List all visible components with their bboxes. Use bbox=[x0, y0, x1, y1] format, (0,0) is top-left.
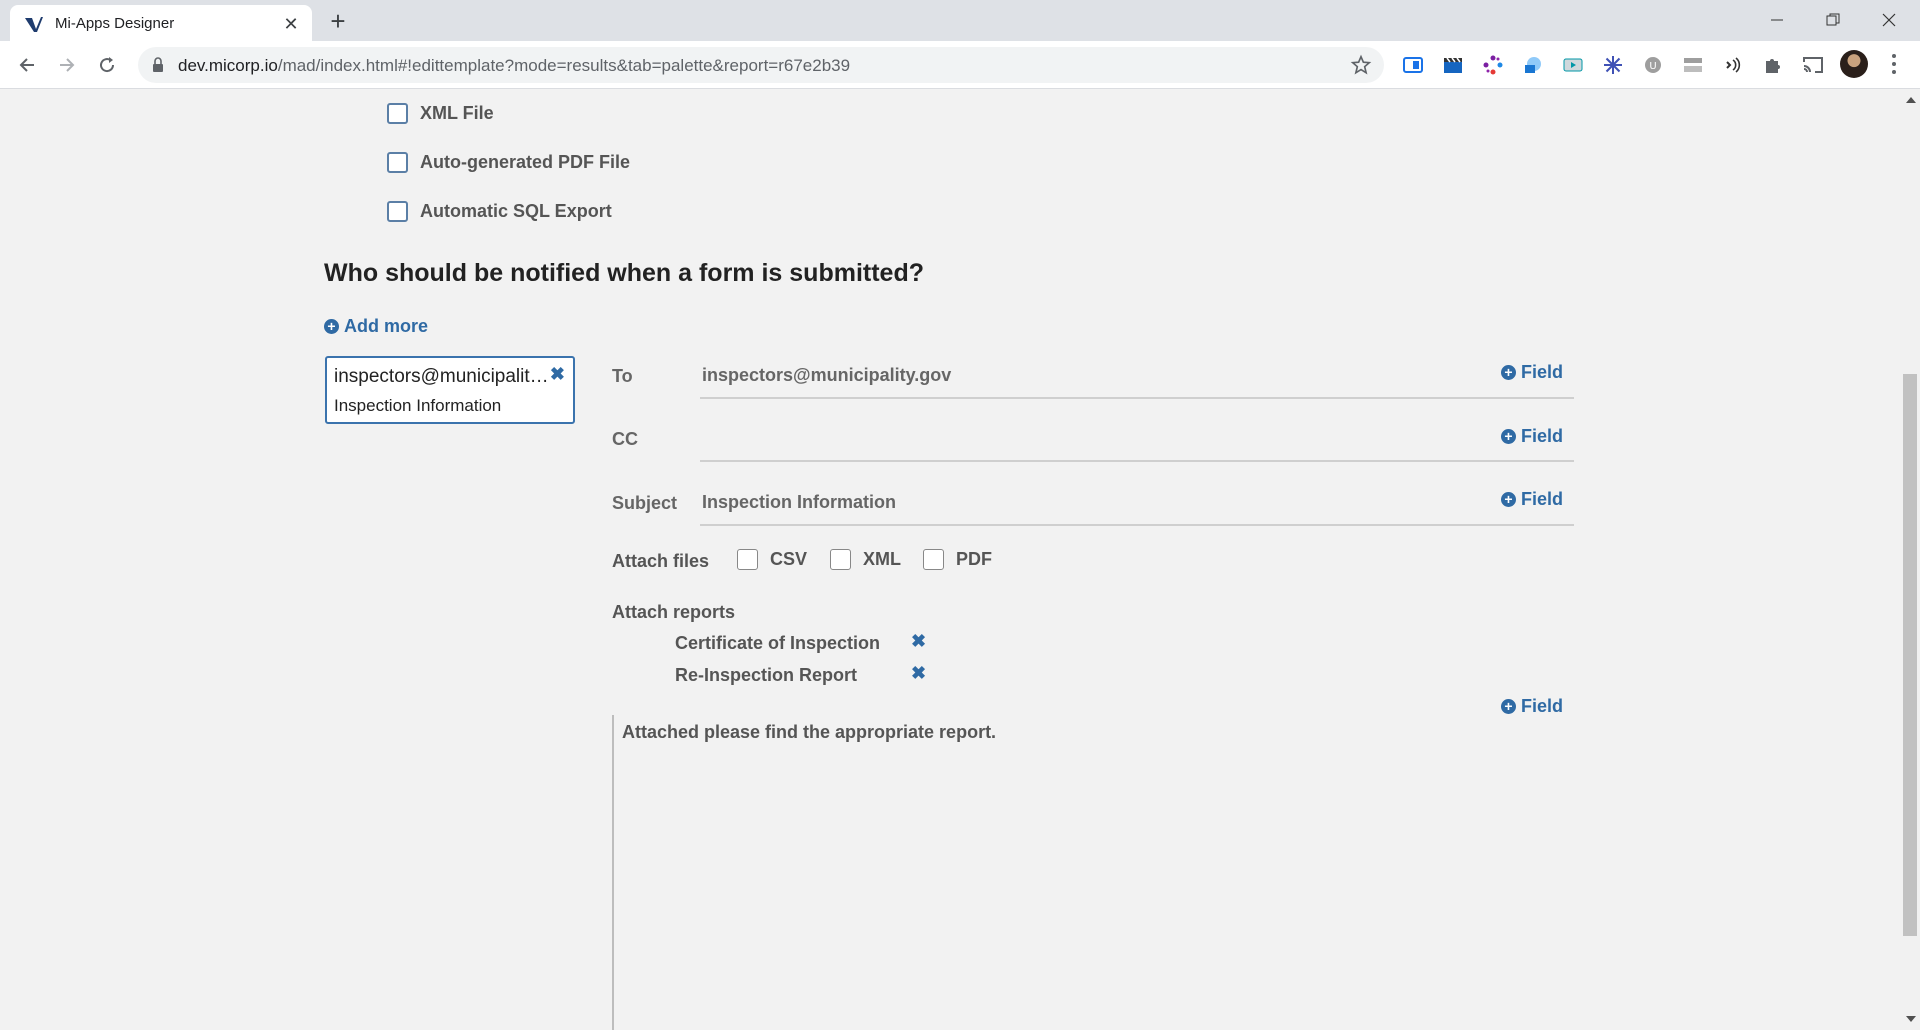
file-type-label: PDF bbox=[956, 549, 992, 569]
report-item: Certificate of Inspection bbox=[675, 633, 881, 653]
close-window-icon[interactable] bbox=[1866, 4, 1912, 36]
body-add-field-button[interactable]: + Field bbox=[1501, 696, 1563, 717]
field-button-label: Field bbox=[1521, 362, 1564, 382]
app-favicon-icon bbox=[25, 17, 43, 32]
tab-title: Mi-Apps Designer bbox=[55, 15, 175, 32]
remove-report-icon[interactable]: ✖ bbox=[911, 631, 926, 652]
to-field[interactable]: inspectors@municipality.gov bbox=[702, 365, 951, 386]
notification-subject: Inspection Information bbox=[334, 396, 502, 415]
scroll-thumb[interactable] bbox=[1903, 374, 1917, 936]
notification-email: inspectors@municipality.gov bbox=[334, 366, 552, 387]
lock-icon bbox=[153, 57, 163, 72]
scroll-up-icon[interactable] bbox=[1906, 97, 1916, 103]
cc-field[interactable] bbox=[702, 428, 1302, 450]
attach-xml-option[interactable]: XML bbox=[830, 549, 901, 570]
email-body-editor[interactable]: Attached please find the appropriate rep… bbox=[612, 715, 1574, 1030]
field-button-label: Field bbox=[1521, 426, 1564, 446]
plus-circle-icon: + bbox=[1501, 492, 1516, 507]
minimize-icon[interactable] bbox=[1754, 4, 1800, 36]
to-add-field-button[interactable]: + Field bbox=[1501, 362, 1563, 383]
report-item: Re-Inspection Report bbox=[675, 665, 858, 685]
checkbox[interactable] bbox=[387, 152, 408, 173]
extensions-puzzle-icon[interactable] bbox=[1762, 54, 1784, 76]
remove-notification-icon[interactable]: ✖ bbox=[550, 364, 565, 385]
attach-reports-label: Attach reports bbox=[612, 602, 736, 622]
notifications-heading: Who should be notified when a form is su… bbox=[324, 259, 924, 287]
browser-tab[interactable]: Mi-Apps Designer ✕ bbox=[10, 5, 312, 41]
tab-strip: Mi-Apps Designer ✕ + bbox=[0, 0, 1920, 41]
notification-card[interactable]: inspectors@municipality.gov ✖ Inspection… bbox=[325, 356, 575, 424]
file-type-label: CSV bbox=[770, 549, 808, 569]
reload-icon[interactable] bbox=[93, 51, 121, 79]
subject-label: Subject bbox=[612, 493, 678, 513]
subject-field[interactable]: Inspection Information bbox=[702, 492, 896, 513]
subject-add-field-button[interactable]: + Field bbox=[1501, 489, 1563, 510]
extension-screenshot-icon[interactable] bbox=[1522, 54, 1544, 76]
checkbox[interactable] bbox=[387, 201, 408, 222]
new-tab-icon[interactable]: + bbox=[324, 8, 352, 36]
cc-add-field-button[interactable]: + Field bbox=[1501, 426, 1563, 447]
extension-snowflake-icon[interactable] bbox=[1602, 54, 1624, 76]
output-option-xml[interactable]: XML File bbox=[387, 103, 494, 124]
plus-circle-icon: + bbox=[1501, 365, 1516, 380]
forward-icon[interactable] bbox=[53, 51, 81, 79]
subject-field-underline bbox=[700, 524, 1574, 526]
url-text: dev.micorp.io/mad/index.html#!edittempla… bbox=[178, 56, 851, 75]
profile-avatar[interactable] bbox=[1840, 50, 1868, 78]
checkbox[interactable] bbox=[387, 103, 408, 124]
output-option-sql[interactable]: Automatic SQL Export bbox=[387, 201, 612, 222]
field-button-label: Field bbox=[1521, 696, 1564, 716]
tab-close-icon[interactable]: ✕ bbox=[280, 13, 302, 35]
attach-pdf-option[interactable]: PDF bbox=[923, 549, 992, 570]
to-label: To bbox=[612, 366, 633, 386]
cc-label: CC bbox=[612, 429, 638, 449]
page-content: XML File Auto-generated PDF File Automat… bbox=[0, 89, 1900, 1030]
plus-circle-icon: + bbox=[1501, 429, 1516, 444]
option-label: XML File bbox=[420, 103, 494, 123]
checkbox[interactable] bbox=[830, 549, 851, 570]
plus-circle-icon: + bbox=[324, 319, 339, 334]
add-more-button[interactable]: + Add more bbox=[324, 316, 428, 337]
extension-layout-icon[interactable] bbox=[1682, 54, 1704, 76]
add-more-label: Add more bbox=[344, 316, 429, 336]
to-field-underline bbox=[700, 397, 1574, 399]
extension-clapper-icon[interactable] bbox=[1442, 54, 1464, 76]
browser-toolbar: dev.micorp.io/mad/index.html#!edittempla… bbox=[0, 41, 1920, 89]
option-label: Automatic SQL Export bbox=[420, 201, 612, 221]
browser-menu-icon[interactable] bbox=[1884, 52, 1904, 76]
extension-audio-icon[interactable] bbox=[1722, 54, 1744, 76]
back-icon[interactable] bbox=[13, 51, 41, 79]
extension-reader-icon[interactable] bbox=[1402, 54, 1424, 76]
output-option-pdf[interactable]: Auto-generated PDF File bbox=[387, 152, 630, 173]
attach-csv-option[interactable]: CSV bbox=[737, 549, 807, 570]
restore-icon[interactable] bbox=[1810, 4, 1856, 36]
page-scrollbar[interactable] bbox=[1900, 89, 1920, 1030]
option-label: Auto-generated PDF File bbox=[420, 152, 631, 172]
svg-text:U: U bbox=[1649, 61, 1656, 72]
address-bar[interactable]: dev.micorp.io/mad/index.html#!edittempla… bbox=[138, 47, 1384, 83]
plus-circle-icon: + bbox=[1501, 699, 1516, 714]
email-body-text: Attached please find the appropriate rep… bbox=[622, 722, 997, 742]
extension-shield-icon[interactable]: U bbox=[1642, 54, 1664, 76]
checkbox[interactable] bbox=[737, 549, 758, 570]
extension-dots-icon[interactable] bbox=[1482, 54, 1504, 76]
cc-field-underline bbox=[700, 460, 1574, 462]
extension-media-icon[interactable] bbox=[1562, 54, 1584, 76]
remove-report-icon[interactable]: ✖ bbox=[911, 663, 926, 684]
attach-files-label: Attach files bbox=[612, 551, 710, 571]
bookmark-star-icon[interactable] bbox=[1350, 54, 1372, 76]
field-button-label: Field bbox=[1521, 489, 1564, 509]
file-type-label: XML bbox=[863, 549, 901, 569]
scroll-down-icon[interactable] bbox=[1906, 1016, 1916, 1022]
checkbox[interactable] bbox=[923, 549, 944, 570]
cast-icon[interactable] bbox=[1802, 54, 1824, 76]
